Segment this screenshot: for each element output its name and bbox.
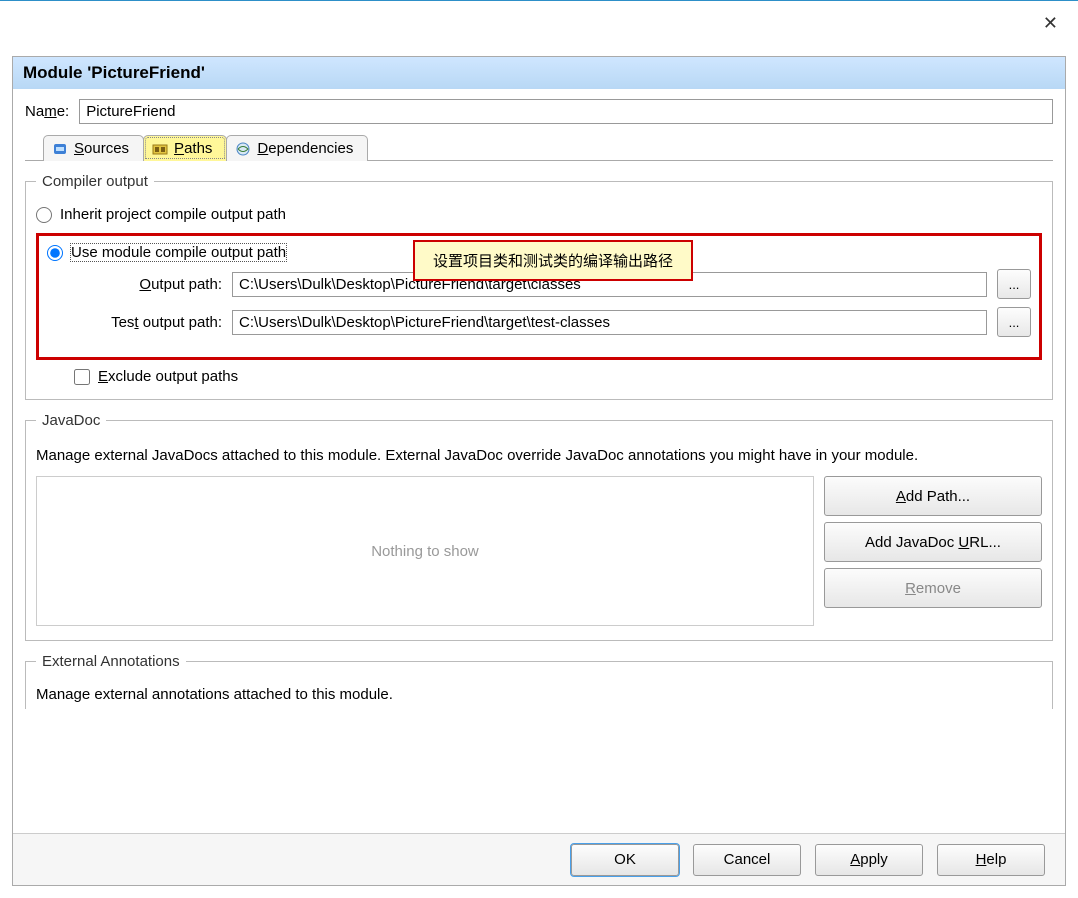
test-output-path-row: Test output path: ... [47, 307, 1031, 337]
exclude-label: Exclude output paths [98, 368, 238, 385]
output-path-browse[interactable]: ... [997, 269, 1031, 299]
dependencies-icon [235, 141, 251, 157]
remove-button: Remove [824, 568, 1042, 608]
test-output-path-browse[interactable]: ... [997, 307, 1031, 337]
name-label-ul: m [44, 103, 57, 120]
ok-button[interactable]: OK [571, 844, 679, 876]
name-label-suffix: e: [57, 103, 70, 120]
cancel-button[interactable]: Cancel [693, 844, 801, 876]
javadoc-buttons: Add Path... Add JavaDoc URL... Remove [824, 476, 1042, 626]
dialog-content: Name: Sources Paths Depend [13, 89, 1065, 837]
javadoc-list[interactable]: Nothing to show [36, 476, 814, 626]
dialog-button-bar: OK Cancel Apply Help [13, 833, 1065, 885]
external-annotations-group: External Annotations Manage external ann… [25, 653, 1053, 709]
help-button[interactable]: Help [937, 844, 1045, 876]
tab-sources-label: Sources [74, 140, 129, 157]
test-output-path-label: Test output path: [47, 314, 222, 331]
javadoc-group: JavaDoc Manage external JavaDocs attache… [25, 412, 1053, 641]
javadoc-desc: Manage external JavaDocs attached to thi… [36, 445, 1042, 466]
compiler-output-legend: Compiler output [36, 173, 154, 190]
add-javadoc-url-button[interactable]: Add JavaDoc URL... [824, 522, 1042, 562]
add-path-button[interactable]: Add Path... [824, 476, 1042, 516]
module-name-input[interactable] [79, 99, 1053, 124]
use-module-radio[interactable] [47, 245, 63, 261]
tab-sources[interactable]: Sources [43, 135, 144, 161]
paths-icon [152, 141, 168, 157]
external-annotations-legend: External Annotations [36, 653, 186, 670]
dialog-title: Module 'PictureFriend' [13, 57, 1065, 89]
javadoc-empty-text: Nothing to show [371, 543, 479, 560]
module-dialog: Module 'PictureFriend' Name: Sources Pat… [12, 56, 1066, 886]
tab-paths[interactable]: Paths [143, 135, 227, 161]
name-row: Name: [25, 99, 1053, 124]
output-path-label: Output path: [47, 276, 222, 293]
sources-icon [52, 141, 68, 157]
name-label: Name: [25, 103, 69, 120]
annotation-callout: 设置项目类和测试类的编译输出路径 [413, 240, 693, 281]
use-module-label: Use module compile output path [71, 244, 286, 261]
inherit-radio-row: Inherit project compile output path [36, 206, 1042, 223]
tab-dependencies-label: Dependencies [257, 140, 353, 157]
tab-paths-label: Paths [174, 140, 212, 157]
inherit-radio[interactable] [36, 207, 52, 223]
tabs: Sources Paths Dependencies [25, 134, 1053, 161]
compiler-output-group: Compiler output Inherit project compile … [25, 173, 1053, 400]
apply-button[interactable]: Apply [815, 844, 923, 876]
close-icon[interactable]: ✕ [1043, 13, 1058, 34]
name-label-prefix: Na [25, 103, 44, 120]
tab-dependencies[interactable]: Dependencies [226, 135, 368, 161]
exclude-checkbox[interactable] [74, 369, 90, 385]
test-output-path-input[interactable] [232, 310, 987, 335]
exclude-row: Exclude output paths [74, 368, 1042, 385]
javadoc-body: Nothing to show Add Path... Add JavaDoc … [36, 476, 1042, 626]
javadoc-legend: JavaDoc [36, 412, 106, 429]
external-annotations-desc: Manage external annotations attached to … [36, 686, 1042, 703]
inherit-label: Inherit project compile output path [60, 206, 286, 223]
